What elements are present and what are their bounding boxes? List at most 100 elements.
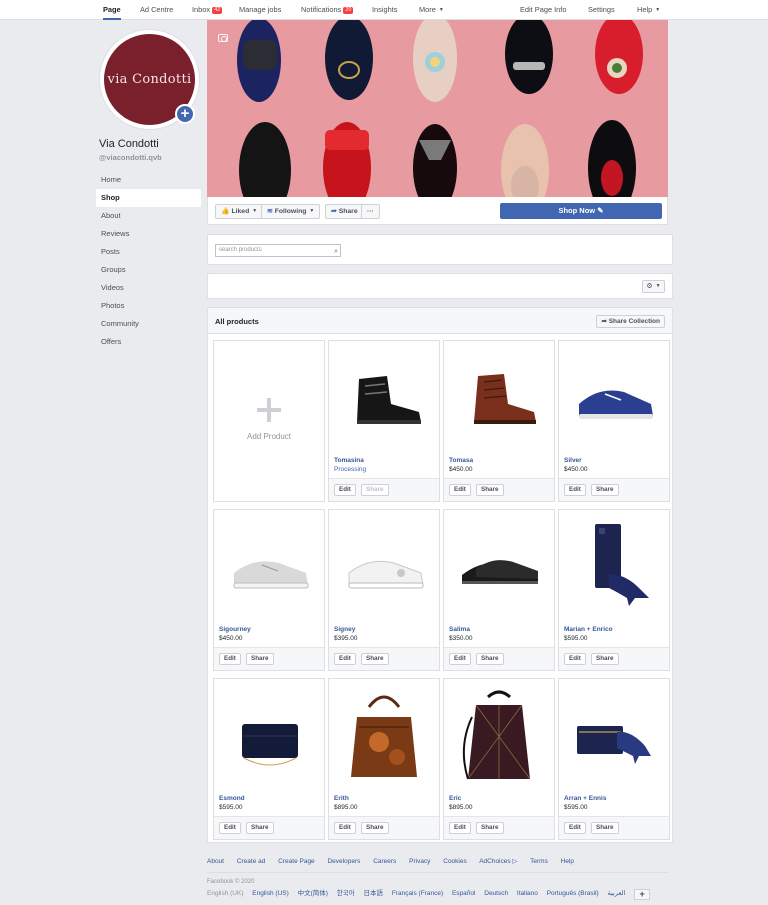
sidebar-item-shop[interactable]: Shop	[96, 189, 201, 207]
help-link[interactable]: Help ▼	[637, 0, 660, 20]
gear-dropdown-button[interactable]: ⚙ ▼	[642, 280, 665, 293]
share-product-button[interactable]: Share	[591, 653, 619, 665]
footer-link-adchoices[interactable]: AdChoices ▷	[479, 858, 517, 865]
share-product-button[interactable]: Share	[361, 653, 389, 665]
share-page-button[interactable]: ➦ Share	[325, 204, 364, 219]
product-image[interactable]	[444, 679, 554, 794]
share-product-button[interactable]: Share	[591, 484, 619, 496]
nav-tab-manage-jobs[interactable]: Manage jobs	[239, 0, 281, 20]
language-link[interactable]: Português (Brasil)	[547, 890, 599, 897]
footer-link-cookies[interactable]: Cookies	[443, 858, 466, 865]
product-name[interactable]: Arran + Ennis	[564, 795, 606, 802]
footer-link-create-ad[interactable]: Create ad	[237, 858, 266, 865]
product-image[interactable]	[329, 679, 439, 794]
product-card[interactable]: Erith $895.00 Edit Share	[328, 678, 440, 840]
product-name[interactable]: Signey	[334, 626, 355, 633]
sidebar-item-about[interactable]: About	[96, 207, 201, 225]
product-name[interactable]: Sigourney	[219, 626, 251, 633]
product-image[interactable]	[559, 679, 669, 794]
sidebar-item-home[interactable]: Home	[96, 171, 201, 189]
footer-link-terms[interactable]: Terms	[530, 858, 548, 865]
footer-link-about[interactable]: About	[207, 858, 224, 865]
product-image[interactable]	[444, 510, 554, 625]
nav-tab-insights[interactable]: Insights	[372, 0, 397, 20]
product-name[interactable]: Salima	[449, 626, 470, 633]
liked-button[interactable]: 👍 Liked ▼	[215, 204, 264, 219]
language-link[interactable]: Italiano	[517, 890, 538, 897]
edit-product-button[interactable]: Edit	[449, 653, 471, 665]
edit-product-button[interactable]: Edit	[564, 484, 586, 496]
share-product-button[interactable]: Share	[476, 822, 504, 834]
footer-link-developers[interactable]: Developers	[327, 858, 360, 865]
edit-product-button[interactable]: Edit	[219, 822, 241, 834]
footer-link-create-page[interactable]: Create Page	[278, 858, 315, 865]
product-name[interactable]: Tomasa	[449, 457, 473, 464]
sidebar-item-posts[interactable]: Posts	[96, 243, 201, 261]
language-link[interactable]: 中文(简体)	[298, 890, 328, 897]
language-link[interactable]: Español	[452, 890, 476, 897]
cover-photo[interactable]	[207, 20, 668, 197]
language-link[interactable]: English (US)	[252, 890, 288, 897]
share-product-button[interactable]: Share	[361, 484, 389, 496]
edit-product-button[interactable]: Edit	[564, 653, 586, 665]
language-link[interactable]: 한국어	[337, 890, 355, 897]
product-card[interactable]: Sigourney $450.00 Edit Share	[213, 509, 325, 671]
product-name[interactable]: Eric	[449, 795, 461, 802]
product-name[interactable]: Tomasina	[334, 457, 364, 464]
add-product-card[interactable]: Add Product	[213, 340, 325, 502]
nav-tab-more[interactable]: More ▼	[419, 0, 444, 20]
language-link[interactable]: Deutsch	[484, 890, 508, 897]
product-image[interactable]	[559, 510, 669, 625]
more-options-button[interactable]: ···	[361, 204, 380, 219]
product-image[interactable]	[444, 341, 554, 456]
search-products-input[interactable]: search products ⌕	[215, 244, 341, 257]
product-card[interactable]: Tomasa $450.00 Edit Share	[443, 340, 555, 502]
footer-link-careers[interactable]: Careers	[373, 858, 396, 865]
share-product-button[interactable]: Share	[476, 484, 504, 496]
edit-page-info-link[interactable]: Edit Page Info	[520, 0, 566, 20]
product-name[interactable]: Esmond	[219, 795, 245, 802]
sidebar-item-reviews[interactable]: Reviews	[96, 225, 201, 243]
edit-product-button[interactable]: Edit	[449, 484, 471, 496]
share-collection-button[interactable]: ➦ Share Collection	[596, 315, 665, 328]
sidebar-item-groups[interactable]: Groups	[96, 261, 201, 279]
share-product-button[interactable]: Share	[476, 653, 504, 665]
product-image[interactable]	[214, 679, 324, 794]
edit-product-button[interactable]: Edit	[449, 822, 471, 834]
sidebar-item-offers[interactable]: Offers	[96, 333, 201, 351]
product-image[interactable]	[214, 510, 324, 625]
footer-link-help[interactable]: Help	[561, 858, 574, 865]
sidebar-item-community[interactable]: Community	[96, 315, 201, 333]
camera-icon[interactable]	[218, 34, 228, 42]
share-product-button[interactable]: Share	[361, 822, 389, 834]
nav-tab-page[interactable]: Page	[103, 0, 121, 20]
more-languages-button[interactable]: +	[634, 889, 651, 900]
share-product-button[interactable]: Share	[246, 822, 274, 834]
language-link[interactable]: 日本語	[364, 890, 384, 897]
product-name[interactable]: Silver	[564, 457, 582, 464]
product-image[interactable]	[559, 341, 669, 456]
edit-product-button[interactable]: Edit	[219, 653, 241, 665]
footer-link-privacy[interactable]: Privacy	[409, 858, 430, 865]
page-username[interactable]: @viacondotti.qvb	[99, 153, 162, 162]
shop-now-button[interactable]: Shop Now ✎	[500, 203, 662, 219]
share-product-button[interactable]: Share	[246, 653, 274, 665]
product-name[interactable]: Erith	[334, 795, 349, 802]
product-card[interactable]: Marian + Enrico $595.00 Edit Share	[558, 509, 670, 671]
language-link[interactable]: Français (France)	[392, 890, 443, 897]
add-profile-photo-icon[interactable]: +	[175, 104, 195, 124]
product-card[interactable]: Esmond $595.00 Edit Share	[213, 678, 325, 840]
nav-tab-inbox[interactable]: Inbox 42	[192, 0, 223, 20]
edit-product-button[interactable]: Edit	[334, 653, 356, 665]
product-card[interactable]: Signey $395.00 Edit Share	[328, 509, 440, 671]
nav-tab-ad-centre[interactable]: Ad Centre	[140, 0, 173, 20]
product-card[interactable]: Silver $450.00 Edit Share	[558, 340, 670, 502]
edit-product-button[interactable]: Edit	[334, 822, 356, 834]
sidebar-item-videos[interactable]: Videos	[96, 279, 201, 297]
following-button[interactable]: ≋ Following ▼	[261, 204, 321, 219]
product-image[interactable]	[329, 510, 439, 625]
sidebar-item-photos[interactable]: Photos	[96, 297, 201, 315]
product-card[interactable]: Salima $350.00 Edit Share	[443, 509, 555, 671]
edit-product-button[interactable]: Edit	[564, 822, 586, 834]
share-product-button[interactable]: Share	[591, 822, 619, 834]
